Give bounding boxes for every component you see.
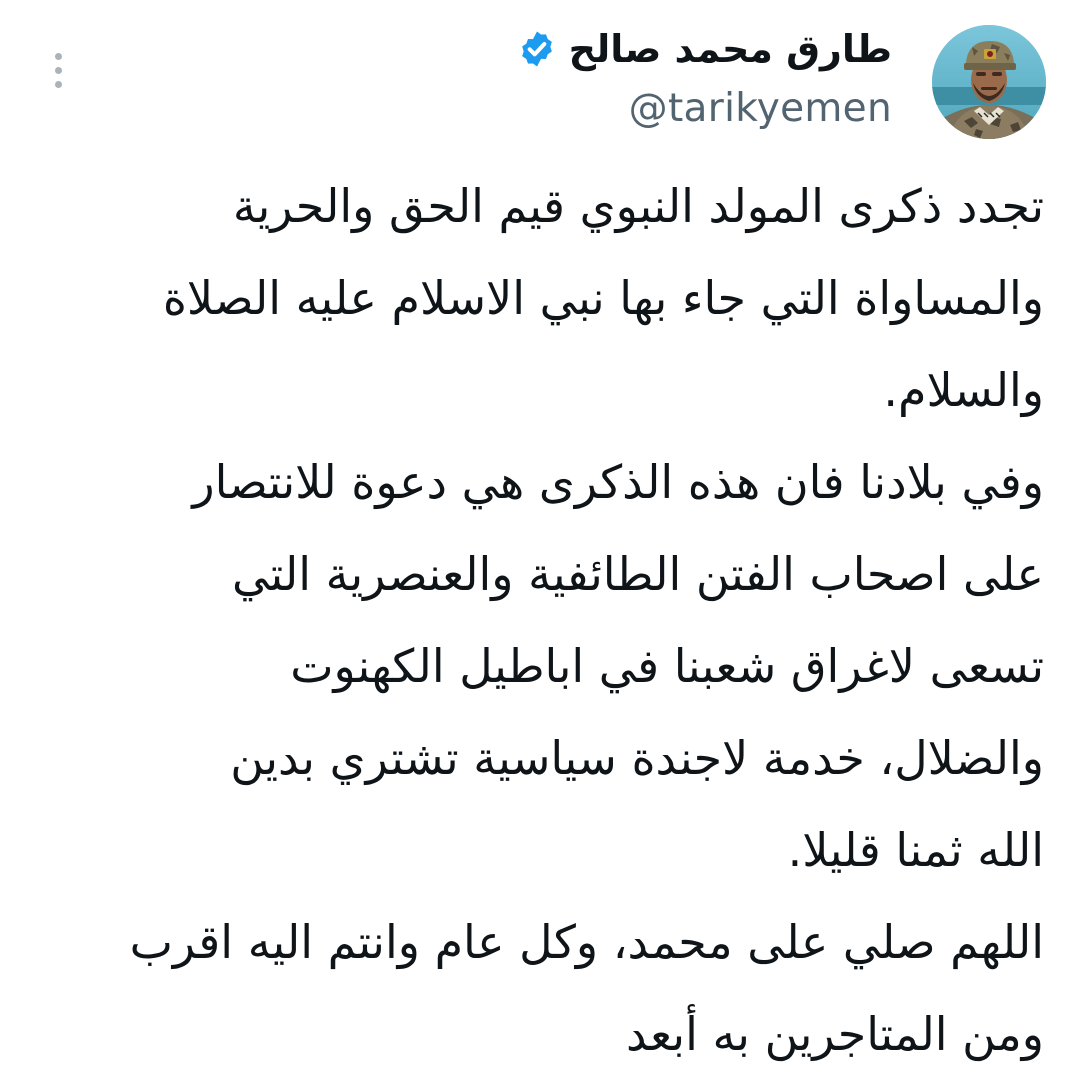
author-name-row: طارق محمد صالح [517, 18, 892, 80]
tweet-header: طارق محمد صالح @tarikyemen [517, 18, 892, 131]
tweet-text-line: ومن المتاجرين به أبعد [625, 1007, 1044, 1061]
more-dot [54, 52, 62, 60]
author-handle[interactable]: @tarikyemen [517, 86, 892, 131]
tweet-text-line: والمساواة التي جاء بها نبي الاسلام عليه … [162, 271, 1044, 325]
tweet-card: طارق محمد صالح @tarikyemen تجدد ذكرى الم… [0, 0, 1080, 1079]
tweet-text-line: على اصحاب الفتن الطائفية والعنصرية التي [232, 547, 1044, 601]
tweet-text-line: والضلال، خدمة لاجندة سياسية تشتري بدين [230, 731, 1044, 785]
tweet-text-line: اللهم صلي على محمد، وكل عام وانتم اليه ا… [129, 915, 1044, 969]
tweet-text-line: الله ثمنا قليلا. [787, 823, 1044, 877]
verified-badge-icon [521, 31, 552, 67]
author-display-name[interactable]: طارق محمد صالح [569, 27, 892, 71]
tweet-text-line: وفي بلادنا فان هذه الذكرى هي دعوة للانتص… [192, 455, 1044, 509]
more-options-button[interactable] [40, 48, 76, 92]
more-dot [54, 66, 62, 74]
tweet-text: تجدد ذكرى المولد النبوي قيم الحق والحرية… [34, 160, 1044, 1080]
tweet-text-line: تسعى لاغراق شعبنا في اباطيل الكهنوت [290, 639, 1044, 693]
avatar-image [932, 25, 1046, 139]
profile-avatar[interactable] [932, 25, 1046, 139]
tweet-text-line: والسلام. [883, 363, 1044, 417]
more-dot [54, 80, 62, 88]
tweet-text-line: تجدد ذكرى المولد النبوي قيم الحق والحرية [232, 179, 1044, 233]
